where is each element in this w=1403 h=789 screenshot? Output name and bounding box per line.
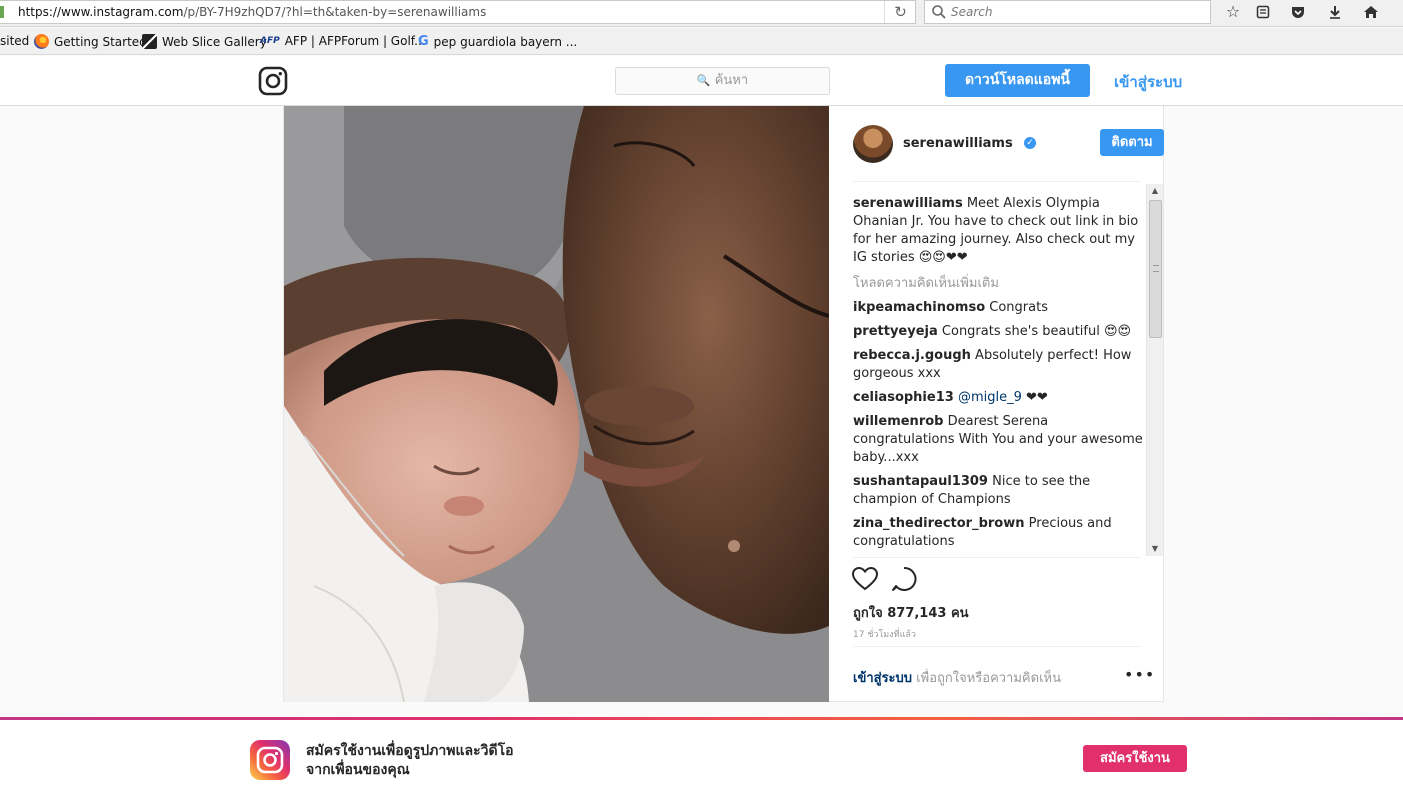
list-item: zina_thedirector_brown Precious and cong… bbox=[853, 515, 1143, 551]
comments-scrollbar[interactable]: ▲ ▼ bbox=[1146, 184, 1163, 556]
bookmark-label: pep guardiola bayern ... bbox=[433, 34, 578, 49]
avatar[interactable] bbox=[853, 125, 893, 163]
browser-toolbar: https://www.instagram.com/p/BY-7H9zhQD7/… bbox=[0, 0, 1403, 27]
load-more-comments-link[interactable]: โหลดความคิดเห็นเพิ่มเติม bbox=[853, 275, 1143, 293]
follow-button[interactable]: ติดตาม bbox=[1100, 129, 1164, 156]
address-url[interactable]: https://www.instagram.com/p/BY-7H9zhQD7/… bbox=[18, 5, 486, 19]
banner-line-1: สมัครใช้งานเพื่อดูรูปภาพและวิดีโอ bbox=[306, 743, 514, 759]
divider bbox=[853, 557, 1141, 558]
comment-username[interactable]: serenawilliams bbox=[853, 196, 963, 211]
afp-icon: AFP bbox=[260, 36, 280, 46]
scroll-down-icon[interactable]: ▼ bbox=[1147, 542, 1163, 556]
bookmark-star-icon[interactable]: ☆ bbox=[1222, 2, 1244, 22]
browser-search-placeholder: Search bbox=[951, 5, 993, 19]
comment-username[interactable]: sushantapaul1309 bbox=[853, 474, 988, 489]
photo-illustration bbox=[284, 106, 829, 702]
likes-count[interactable]: ถูกใจ 877,143 คน bbox=[853, 602, 969, 623]
reload-icon[interactable]: ↻ bbox=[884, 1, 916, 23]
search-icon bbox=[932, 5, 946, 19]
comment-icon[interactable] bbox=[891, 566, 917, 592]
bookmark-label: Getting Started bbox=[54, 34, 147, 49]
divider bbox=[853, 646, 1141, 647]
bookmark-label: sited bbox=[0, 34, 30, 48]
list-item: celiasophie13 @migle_9 ❤❤ bbox=[853, 389, 1143, 407]
browser-search-box[interactable]: Search bbox=[924, 0, 1211, 24]
signup-banner: สมัครใช้งานเพื่อดูรูปภาพและวิดีโอ จากเพื… bbox=[0, 717, 1403, 789]
banner-message: สมัครใช้งานเพื่อดูรูปภาพและวิดีโอ จากเพื… bbox=[306, 742, 514, 780]
login-prompt: เข้าสู่ระบบ เพื่อถูกใจหรือความคิดเห็น bbox=[853, 667, 1061, 688]
comment-username[interactable]: willemenrob bbox=[853, 414, 943, 429]
instagram-app-icon bbox=[250, 740, 290, 780]
firefox-icon bbox=[34, 34, 49, 49]
signup-button[interactable]: สมัครใช้งาน bbox=[1083, 745, 1187, 772]
bookmark-label: Web Slice Gallery bbox=[162, 34, 267, 49]
comments-list[interactable]: serenawilliams Meet Alexis Olympia Ohani… bbox=[853, 195, 1143, 557]
list-item: ikpeamachinomso Congrats bbox=[853, 299, 1143, 317]
post-sidebar: serenawilliams ✓ ติดตาม serenawilliams M… bbox=[829, 106, 1165, 702]
bookmark-item[interactable]: sited bbox=[0, 34, 29, 48]
url-path: /p/BY-7H9zhQD7/?hl=th&taken-by=serenawil… bbox=[183, 5, 487, 19]
pocket-icon[interactable] bbox=[1287, 2, 1309, 22]
instagram-header: 🔍 ค้นหา ดาวน์โหลดแอพนี้ เข้าสู่ระบบ bbox=[0, 56, 1403, 106]
reading-list-icon[interactable] bbox=[1252, 2, 1274, 22]
grip-icon bbox=[1153, 265, 1159, 272]
post-timestamp: 17 ชั่วโมงที่แล้ว bbox=[853, 630, 916, 640]
comment-username[interactable]: prettyeyeja bbox=[853, 324, 938, 339]
bookmark-item[interactable]: G pep guardiola bayern ... bbox=[418, 34, 577, 49]
comment-text: Congrats she's beautiful 😍😍 bbox=[937, 324, 1132, 339]
instagram-logo-icon[interactable] bbox=[258, 66, 288, 96]
login-prompt-text: เพื่อถูกใจหรือความคิดเห็น bbox=[912, 671, 1061, 686]
list-item: prettyeyeja Congrats she's beautiful 😍😍 bbox=[853, 323, 1143, 341]
comment-username[interactable]: zina_thedirector_brown bbox=[853, 516, 1025, 531]
bookmark-label: AFP | AFPForum | Golf... bbox=[284, 34, 426, 48]
divider bbox=[853, 181, 1141, 182]
login-link[interactable]: เข้าสู่ระบบ bbox=[853, 671, 912, 686]
post-actions bbox=[851, 566, 951, 596]
login-link[interactable]: เข้าสู่ระบบ bbox=[1114, 70, 1182, 94]
comment-username[interactable]: rebecca.j.gough bbox=[853, 348, 971, 363]
bookmark-item[interactable]: AFP AFP | AFPForum | Golf... bbox=[260, 34, 426, 48]
caption: serenawilliams Meet Alexis Olympia Ohani… bbox=[853, 195, 1143, 267]
web-slice-icon bbox=[142, 34, 157, 49]
bookmark-item[interactable]: Web Slice Gallery bbox=[142, 34, 267, 49]
home-icon[interactable] bbox=[1360, 2, 1382, 22]
search-icon: 🔍 bbox=[696, 74, 711, 87]
comment-text: Congrats bbox=[985, 300, 1048, 315]
bookmark-item[interactable]: Getting Started bbox=[34, 34, 147, 49]
author-username[interactable]: serenawilliams bbox=[903, 136, 1013, 151]
banner-gradient-line bbox=[0, 717, 1403, 720]
list-item: rebecca.j.gough Absolutely perfect! How … bbox=[853, 347, 1143, 383]
list-item: sushantapaul1309 Nice to see the champio… bbox=[853, 473, 1143, 509]
list-item: willemenrob Dearest Serena congratulatio… bbox=[853, 413, 1143, 467]
post-photo[interactable] bbox=[284, 106, 829, 702]
search-placeholder: ค้นหา bbox=[714, 73, 749, 88]
comment-username[interactable]: celiasophie13 bbox=[853, 390, 954, 405]
comment-text: ❤❤ bbox=[1021, 390, 1048, 405]
comment-mention[interactable]: @migle_9 bbox=[954, 390, 1022, 405]
scrollbar-thumb[interactable] bbox=[1149, 200, 1162, 338]
address-bar[interactable]: https://www.instagram.com/p/BY-7H9zhQD7/… bbox=[0, 0, 916, 24]
post-author: serenawilliams ✓ ติดตาม bbox=[853, 125, 1164, 165]
bookmarks-bar: sited Getting Started Web Slice Gallery … bbox=[0, 28, 1403, 55]
scroll-up-icon[interactable]: ▲ bbox=[1147, 184, 1163, 198]
heart-icon[interactable] bbox=[851, 566, 879, 592]
verified-badge-icon: ✓ bbox=[1024, 137, 1036, 149]
google-icon: G bbox=[418, 34, 429, 49]
download-app-button[interactable]: ดาวน์โหลดแอพนี้ bbox=[945, 64, 1090, 97]
banner-line-2: จากเพื่อนของคุณ bbox=[306, 762, 410, 778]
more-options-icon[interactable]: ••• bbox=[1124, 665, 1155, 684]
post-card: serenawilliams ✓ ติดตาม serenawilliams M… bbox=[283, 106, 1164, 702]
comment-username[interactable]: ikpeamachinomso bbox=[853, 300, 985, 315]
secure-indicator-icon bbox=[0, 6, 4, 18]
url-host: https://www.instagram.com bbox=[18, 5, 184, 19]
download-icon[interactable] bbox=[1324, 2, 1346, 22]
search-input[interactable]: 🔍 ค้นหา bbox=[615, 67, 830, 95]
